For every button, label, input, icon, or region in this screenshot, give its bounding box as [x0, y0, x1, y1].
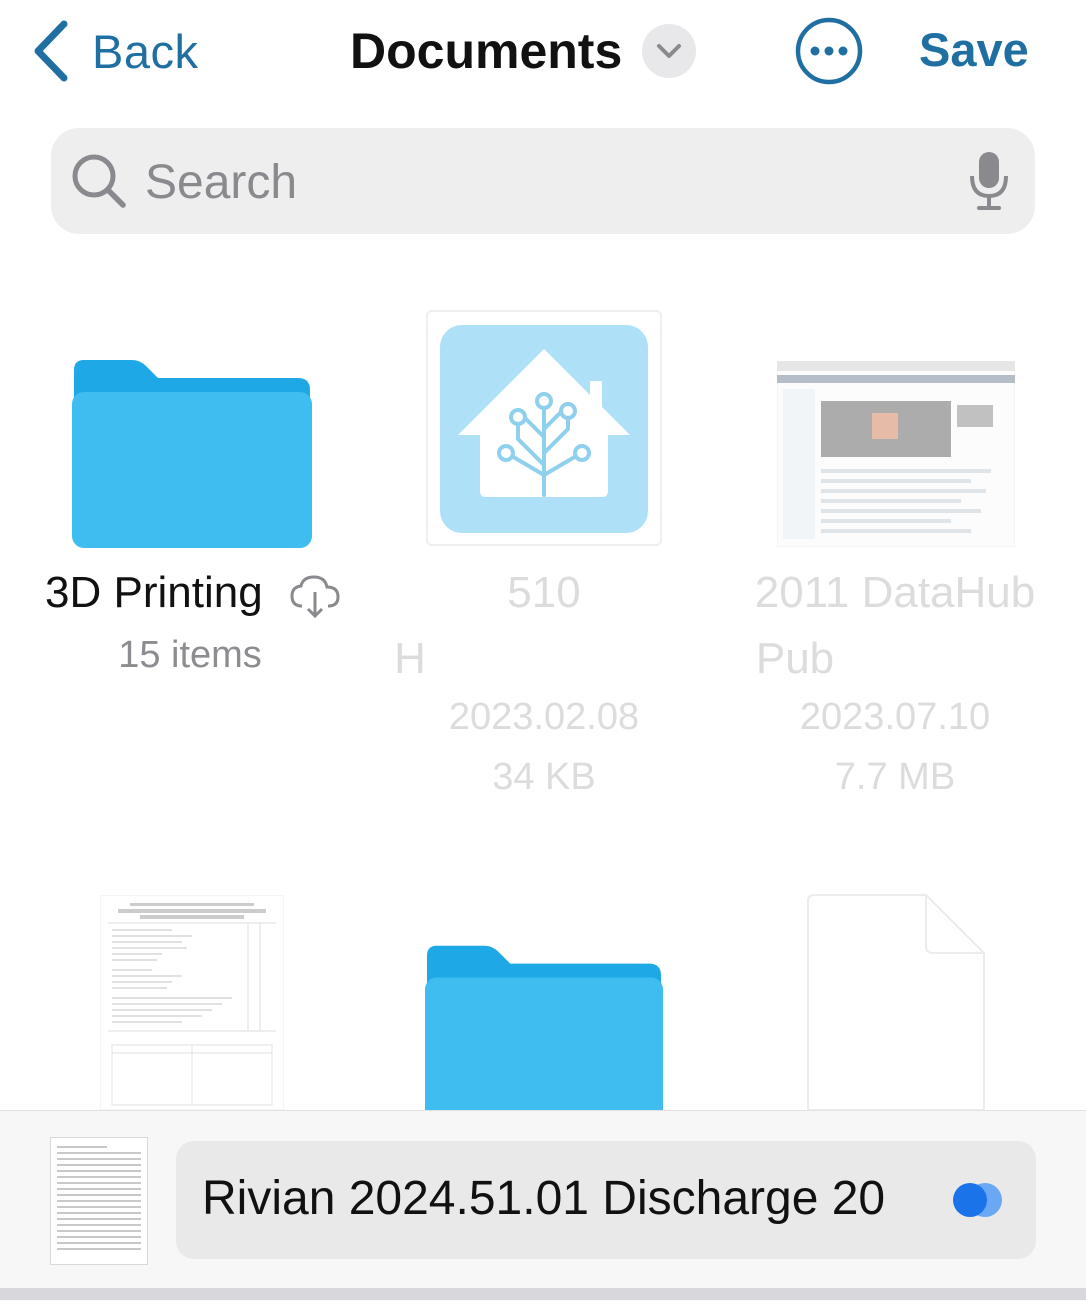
search-icon	[72, 154, 126, 208]
navigation-bar: Back Documents Save	[0, 0, 1086, 110]
search-bar	[51, 128, 1035, 234]
search-input[interactable]	[143, 148, 927, 216]
chevron-left-icon	[34, 20, 68, 82]
grid-item-document[interactable]	[99, 894, 285, 1111]
grid-item-document[interactable]	[776, 360, 1016, 548]
filename-input[interactable]: Rivian 2024.51.01 Discharge 20	[202, 1171, 922, 1231]
grid-item-folder[interactable]	[425, 945, 663, 1110]
item-name: 2011 DataHub	[754, 568, 1036, 617]
grid-item-folder[interactable]	[72, 360, 312, 548]
item-count: 15 items	[118, 634, 262, 676]
chevron-down-icon	[642, 24, 697, 78]
location-title-menu[interactable]: Documents	[350, 22, 697, 80]
item-date: 2023.02.08	[448, 696, 640, 738]
divider	[0, 1288, 1086, 1300]
microphone-icon[interactable]	[967, 150, 1011, 212]
item-name: 3D Printing	[45, 568, 263, 617]
filename-field[interactable]: Rivian 2024.51.01 Discharge 20	[176, 1141, 1036, 1259]
item-name-continued: Pub	[755, 634, 835, 683]
item-size: 7.7 MB	[834, 756, 956, 798]
more-options-button[interactable]	[795, 17, 863, 85]
page-title: Documents	[350, 23, 623, 79]
home-assistant-thumbnail	[440, 325, 648, 533]
blank-document-icon	[807, 894, 985, 1111]
cloud-download-icon[interactable]	[290, 574, 340, 620]
folder-icon	[425, 945, 663, 1110]
grid-item-document[interactable]	[806, 894, 986, 1111]
save-button[interactable]: Save	[919, 22, 1029, 77]
item-name: 510	[507, 568, 581, 617]
item-size: 34 KB	[492, 756, 596, 798]
datahub-screenshot-thumbnail	[776, 360, 1016, 548]
ellipsis-circle-icon	[795, 17, 863, 85]
document-thumbnail	[50, 1137, 148, 1265]
back-label: Back	[92, 24, 199, 78]
tags-toggle-icon[interactable]	[950, 1181, 1006, 1219]
back-button[interactable]: Back	[30, 18, 199, 84]
order-form-thumbnail	[99, 894, 285, 1111]
folder-icon	[72, 360, 312, 548]
item-date: 2023.07.10	[799, 696, 991, 738]
item-name-continued: H	[394, 634, 426, 683]
